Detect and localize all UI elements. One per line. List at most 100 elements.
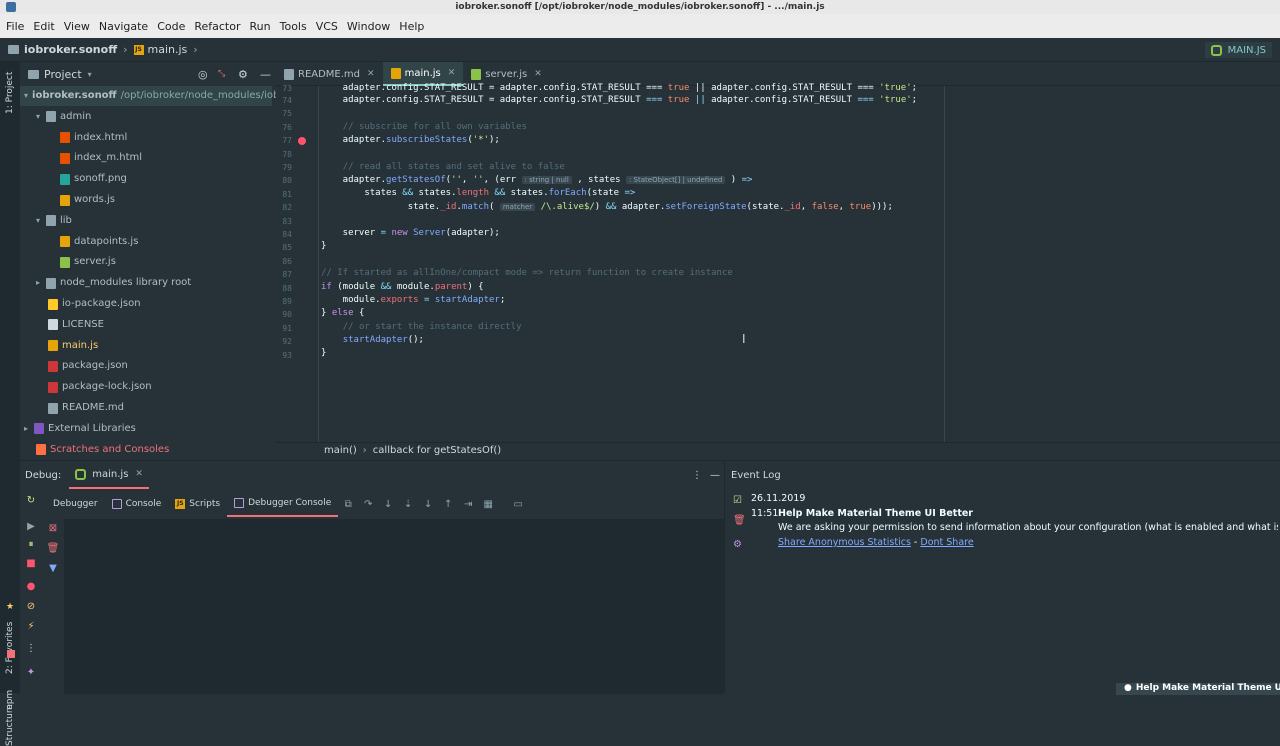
code-editor[interactable]: adapter.config.STAT_RESULT = adapter.con… bbox=[318, 83, 1280, 442]
hide-icon[interactable]: — bbox=[260, 68, 271, 81]
expand-arrow-icon[interactable]: ▾ bbox=[24, 86, 28, 106]
expand-arrow-icon[interactable]: ▾ bbox=[36, 107, 46, 127]
menu-item-tools[interactable]: Tools bbox=[280, 20, 307, 33]
tree-item[interactable]: words.js bbox=[48, 190, 115, 210]
tree-item[interactable]: main.js bbox=[36, 336, 98, 356]
rerun-icon[interactable]: ↻ bbox=[20, 495, 42, 506]
pin-icon[interactable]: ✦ bbox=[20, 667, 42, 678]
breadcrumb-callback[interactable]: callback for getStatesOf() bbox=[373, 445, 501, 456]
menu-item-refactor[interactable]: Refactor bbox=[194, 20, 240, 33]
expand-arrow-icon[interactable]: ▸ bbox=[36, 273, 46, 293]
project-tool-tab[interactable]: 1: Project bbox=[5, 72, 15, 114]
menu-item-view[interactable]: View bbox=[64, 20, 90, 33]
settings-icon[interactable]: ⚙ bbox=[733, 539, 742, 550]
menu-item-vcs[interactable]: VCS bbox=[316, 20, 338, 33]
breadcrumb-main[interactable]: main() bbox=[324, 445, 357, 456]
menu-item-edit[interactable]: Edit bbox=[33, 20, 54, 33]
clear-console-icon[interactable]: ⊠ bbox=[42, 523, 64, 534]
tree-item[interactable]: index.html bbox=[48, 128, 127, 148]
folder-icon bbox=[46, 111, 56, 123]
more-options-icon[interactable]: ⋮ bbox=[692, 470, 702, 481]
force-step-into-icon[interactable]: ⇣ bbox=[402, 499, 414, 510]
close-icon[interactable]: ✕ bbox=[534, 69, 542, 79]
tree-item[interactable]: package.json bbox=[36, 356, 128, 376]
project-view-selector[interactable]: Project bbox=[44, 68, 82, 81]
menu-item-file[interactable]: File bbox=[6, 20, 24, 33]
tree-item[interactable]: package-lock.json bbox=[36, 377, 152, 397]
js-file-icon: JS bbox=[133, 44, 144, 55]
pause-icon[interactable]: ⏸ bbox=[20, 539, 42, 550]
menu-item-run[interactable]: Run bbox=[250, 20, 271, 33]
menu-item-code[interactable]: Code bbox=[157, 20, 185, 33]
tab-debugger[interactable]: Debugger bbox=[46, 491, 105, 517]
menu-item-help[interactable]: Help bbox=[399, 20, 424, 33]
restore-layout-icon[interactable]: ⧉ bbox=[342, 499, 354, 510]
line-number: 73 bbox=[282, 84, 292, 93]
trash-icon[interactable]: 🗑 bbox=[733, 515, 746, 526]
editor-breadcrumbs: main() › callback for getStatesOf() bbox=[276, 442, 1280, 458]
view-breakpoints-icon[interactable]: ● bbox=[20, 581, 42, 592]
tree-item[interactable]: Scratches and Consoles bbox=[24, 440, 169, 460]
tree-item[interactable]: ▸ External Libraries bbox=[24, 419, 136, 439]
code-line: } bbox=[321, 241, 327, 251]
tab-scripts[interactable]: JS Scripts bbox=[168, 491, 227, 517]
tree-item[interactable]: README.md bbox=[36, 398, 124, 418]
terminal-icon[interactable]: ▭ bbox=[512, 499, 524, 510]
mute-breakpoints-icon[interactable]: ⊘ bbox=[20, 601, 42, 612]
notification-balloon[interactable]: ● Help Make Material Theme UI bbox=[1116, 683, 1280, 695]
tree-item[interactable]: ▾ admin bbox=[36, 107, 91, 127]
resume-icon[interactable]: ▶ bbox=[20, 521, 42, 532]
evaluate-icon[interactable]: ▦ bbox=[482, 499, 494, 510]
favorites-tool-tab[interactable]: 2: Favorites bbox=[5, 622, 15, 674]
tab-console[interactable]: Console bbox=[105, 491, 169, 517]
nav-project[interactable]: iobroker.sonoff bbox=[24, 43, 117, 56]
trash-icon[interactable]: 🗑 bbox=[42, 543, 64, 554]
run-config-selector[interactable]: MAIN.JS bbox=[1204, 42, 1272, 58]
chevron-down-icon[interactable]: ▾ bbox=[88, 70, 92, 79]
tree-item[interactable]: ▾ lib bbox=[36, 211, 72, 231]
step-into-icon[interactable]: ↓ bbox=[382, 499, 394, 510]
debugger-console-output[interactable] bbox=[64, 519, 724, 694]
close-icon[interactable]: ✕ bbox=[448, 68, 456, 78]
tree-item[interactable]: sonoff.png bbox=[48, 169, 127, 189]
tree-item[interactable]: io-package.json bbox=[36, 294, 141, 314]
collapse-icon[interactable]: ⤡ bbox=[218, 69, 225, 79]
step-over-icon[interactable]: ↷ bbox=[362, 499, 374, 510]
line-number: 81 bbox=[282, 189, 292, 199]
tree-item[interactable]: index_m.html bbox=[48, 148, 142, 168]
share-statistics-link[interactable]: Share Anonymous Statistics bbox=[778, 537, 911, 548]
smart-step-into-icon[interactable]: ↓ bbox=[422, 499, 434, 510]
step-out-icon[interactable]: ↑ bbox=[442, 499, 454, 510]
mark-read-icon[interactable]: ☑ bbox=[733, 495, 742, 506]
dont-share-link[interactable]: Dont Share bbox=[920, 537, 973, 548]
line-number: 84 bbox=[282, 230, 292, 239]
tree-item[interactable]: LICENSE bbox=[36, 315, 104, 335]
tree-item[interactable]: ▸ node_modules library root bbox=[36, 273, 191, 293]
run-to-cursor-icon[interactable]: ⇥ bbox=[462, 499, 474, 510]
settings-icon[interactable]: ⚙ bbox=[238, 68, 248, 81]
tab-debugger-console[interactable]: Debugger Console bbox=[227, 491, 339, 517]
structure-tool-tab[interactable]: Structure bbox=[5, 704, 15, 746]
target-icon[interactable]: ◎ bbox=[198, 68, 208, 81]
expand-arrow-icon[interactable]: ▸ bbox=[24, 419, 34, 439]
breakpoint-icon[interactable] bbox=[298, 137, 306, 145]
tree-item[interactable]: datapoints.js bbox=[48, 232, 138, 252]
filter-icon[interactable]: ▼ bbox=[42, 563, 64, 574]
tree-item[interactable]: server.js bbox=[48, 252, 116, 272]
lightning-icon[interactable]: ⚡ bbox=[20, 621, 42, 632]
debug-session-tab[interactable]: main.js ✕ bbox=[69, 461, 149, 489]
expand-arrow-icon[interactable]: ▾ bbox=[36, 211, 46, 231]
hide-icon[interactable]: — bbox=[710, 470, 720, 481]
code-line: // If started as allInOne/compact mode =… bbox=[321, 268, 733, 278]
close-icon[interactable]: ✕ bbox=[135, 469, 143, 479]
more-icon[interactable]: ⋮ bbox=[20, 643, 42, 654]
menu-item-navigate[interactable]: Navigate bbox=[99, 20, 148, 33]
code-line: state._id.match( matcher /\.alive$/) && … bbox=[321, 202, 893, 212]
stop-icon[interactable]: ■ bbox=[20, 558, 42, 569]
tree-item[interactable]: ▾ iobroker.sonoff/opt/iobroker/node_modul… bbox=[20, 86, 283, 106]
left-tool-strip: 1: Project 2: Favorites ★ npm Structure bbox=[0, 62, 20, 746]
close-icon[interactable]: ✕ bbox=[367, 69, 375, 79]
menu-item-window[interactable]: Window bbox=[347, 20, 390, 33]
nav-file[interactable]: main.js bbox=[148, 43, 188, 56]
line-number: 85 bbox=[282, 243, 292, 253]
